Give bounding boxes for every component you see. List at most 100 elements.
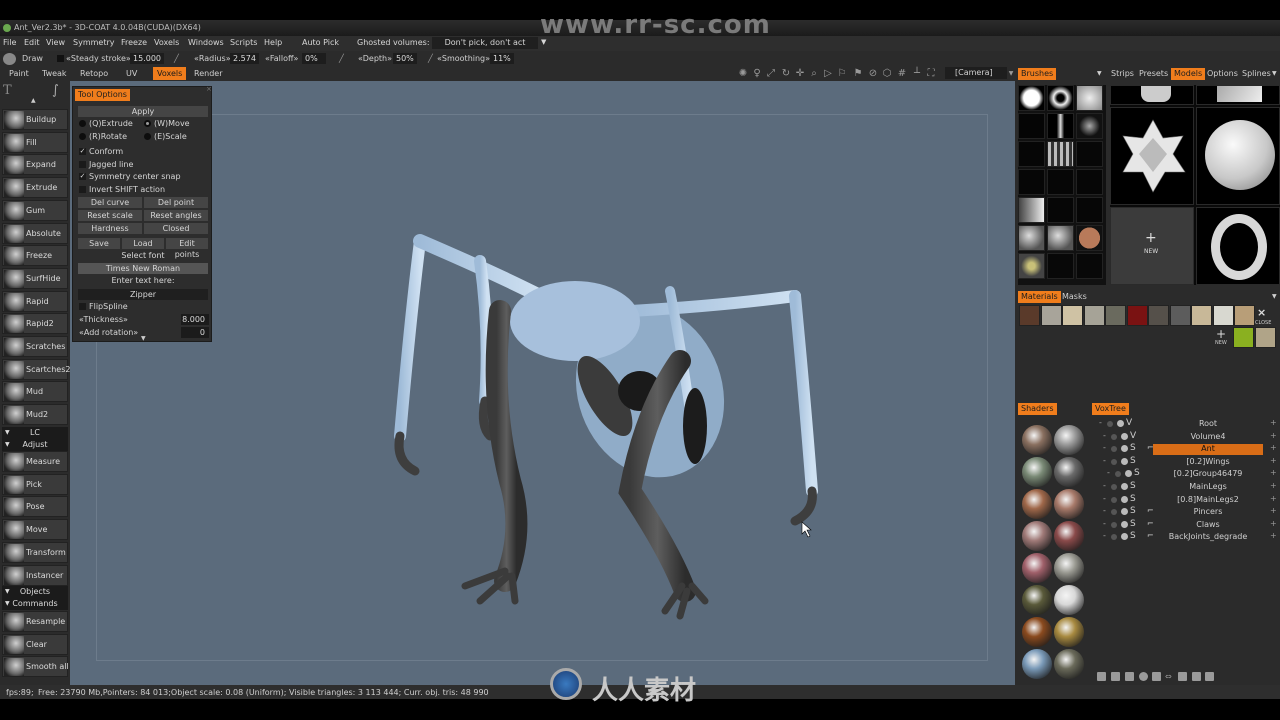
ghost-sphere-icon[interactable]	[1121, 508, 1128, 516]
copy-layer-icon[interactable]	[1125, 672, 1134, 681]
brush-thumbnail[interactable]	[1047, 253, 1074, 279]
falloff-label[interactable]: «Falloff»	[265, 54, 298, 63]
menu-freeze[interactable]: Freeze	[121, 38, 147, 47]
voxtree-layer-name[interactable]: Volume4	[1153, 432, 1263, 441]
auto-pick-toggle[interactable]: Auto Pick	[302, 38, 339, 47]
tab-presets[interactable]: Presets	[1139, 68, 1168, 80]
smoothing-label[interactable]: «Smoothing»	[437, 54, 490, 63]
model-thumb-torus[interactable]	[1196, 207, 1280, 285]
voxtree-row[interactable]: - S [0.8]MainLegs2 +	[1095, 494, 1280, 506]
swap-arrows-icon[interactable]: ⇔	[1165, 672, 1174, 681]
add-rotation-label[interactable]: «Add rotation»	[79, 328, 138, 337]
add-child-icon[interactable]: +	[1270, 519, 1277, 528]
del-point-button[interactable]: Del point	[144, 197, 208, 208]
fullscreen-icon[interactable]: ⛶	[925, 68, 937, 80]
material-swatch[interactable]	[1233, 327, 1254, 348]
smoothing-input[interactable]: 11%	[490, 53, 514, 64]
brush-thumbnail[interactable]	[1047, 225, 1074, 251]
tool-buildup[interactable]: Buildup	[2, 109, 68, 130]
font-select-button[interactable]: Times New Roman	[78, 263, 208, 274]
tool-clear[interactable]: Clear	[2, 633, 68, 655]
ghost-sphere-icon[interactable]	[1117, 420, 1124, 427]
section-objects[interactable]: ▼ Objects	[2, 586, 68, 598]
camera-select[interactable]: [Camera]	[945, 67, 1007, 79]
brush-thumbnail[interactable]	[1076, 85, 1103, 111]
brush-thumbnail[interactable]	[1047, 197, 1074, 223]
pan-icon[interactable]: ✛	[794, 68, 806, 80]
voxel-type-icon[interactable]: V	[1126, 418, 1132, 428]
menu-voxels[interactable]: Voxels	[154, 38, 179, 47]
voxtree-layer-name[interactable]: [0.2]Wings	[1153, 457, 1263, 466]
brush-thumbnail[interactable]	[1018, 225, 1045, 251]
surface-type-icon[interactable]: S	[1130, 494, 1136, 504]
tool-extrude[interactable]: Extrude	[2, 177, 68, 199]
voxtree-layer-name[interactable]: Claws	[1153, 520, 1263, 529]
material-swatch[interactable]	[1254, 327, 1276, 348]
add-child-icon[interactable]: +	[1270, 481, 1277, 490]
checkbox-conform[interactable]: ✓ Conform	[79, 147, 123, 156]
camera-dropdown-icon[interactable]: ▼	[1005, 68, 1017, 80]
add-child-icon[interactable]: +	[1270, 468, 1277, 477]
tab-brushes[interactable]: Brushes	[1018, 68, 1057, 80]
checkbox-jagged-line[interactable]: Jagged line	[79, 160, 133, 169]
shader-thumbnail[interactable]	[1054, 553, 1084, 583]
brush-thumbnail[interactable]	[1018, 113, 1045, 139]
material-swatch[interactable]	[1105, 305, 1126, 326]
brushes-menu-icon[interactable]: ▼	[1097, 68, 1102, 80]
zoom-icon[interactable]: ⌕	[808, 68, 820, 80]
tab-voxtree[interactable]: VoxTree	[1092, 403, 1129, 415]
add-child-icon[interactable]: +	[1270, 456, 1277, 465]
menu-view[interactable]: View	[46, 38, 65, 47]
visibility-eye-icon[interactable]	[1111, 534, 1117, 541]
shader-thumbnail[interactable]	[1022, 617, 1052, 647]
depth-label[interactable]: «Depth»	[358, 54, 392, 63]
add-child-icon[interactable]: +	[1270, 431, 1277, 440]
depth-input[interactable]: 50%	[393, 53, 417, 64]
shader-thumbnail[interactable]	[1054, 425, 1084, 455]
tab-materials[interactable]: Materials	[1018, 291, 1061, 303]
section-lc[interactable]: ▼ LC	[2, 427, 68, 439]
save-button[interactable]: Save	[78, 238, 120, 249]
tool-gum[interactable]: Gum	[2, 199, 68, 221]
add-child-icon[interactable]: +	[1270, 443, 1277, 452]
brush-thumbnail[interactable]	[1076, 169, 1103, 195]
checkbox-flip-spline[interactable]: FlipSpline	[79, 302, 128, 311]
list-icon[interactable]	[1178, 672, 1187, 681]
surface-type-icon[interactable]: S	[1130, 519, 1136, 529]
surface-type-icon[interactable]: S	[1130, 443, 1136, 453]
scale-arrow-icon[interactable]: ⤢	[765, 68, 777, 80]
text-input[interactable]: Zipper	[78, 289, 208, 300]
material-swatch[interactable]	[1126, 305, 1148, 326]
hardness-button[interactable]: Hardness	[78, 223, 142, 234]
voxtree-row[interactable]: - S ⌐ Ant +	[1095, 443, 1280, 456]
ghost-sphere-icon[interactable]	[1121, 520, 1128, 528]
brush-thumbnail[interactable]	[1076, 253, 1103, 279]
brush-thumbnail[interactable]	[1047, 113, 1074, 139]
room-tab-paint[interactable]: Paint	[5, 67, 33, 80]
shader-thumbnail[interactable]	[1054, 521, 1084, 551]
collapse-toggle-icon[interactable]: -	[1103, 456, 1106, 465]
visibility-eye-icon[interactable]	[1111, 433, 1117, 440]
checkbox-symmetry-center-snap[interactable]: ✓ Symmetry center snap	[79, 172, 181, 181]
brush-thumbnail[interactable]	[1076, 225, 1103, 251]
shader-thumbnail[interactable]	[1054, 457, 1084, 487]
clone-icon[interactable]	[1152, 672, 1161, 681]
voxtree-layer-name[interactable]: [0.2]Group46479	[1153, 469, 1263, 478]
voxtree-row[interactable]: - S MainLegs +	[1095, 481, 1280, 493]
tab-masks[interactable]: Masks	[1062, 291, 1087, 303]
text-tool-icon[interactable]: T	[3, 83, 12, 98]
bulb-icon[interactable]: ♀	[751, 68, 763, 80]
steady-stroke-label[interactable]: «Steady stroke»	[66, 54, 131, 63]
smooth-view-icon[interactable]: ⚑	[852, 68, 864, 80]
collapse-toggle-icon[interactable]: -	[1103, 431, 1106, 440]
brush-thumbnail[interactable]	[1076, 141, 1103, 167]
menu-scripts[interactable]: Scripts	[230, 38, 257, 47]
collapse-toggle-icon[interactable]: -	[1099, 418, 1102, 427]
tool-fill[interactable]: Fill	[2, 131, 68, 153]
voxtree-layer-name[interactable]: Ant	[1153, 444, 1263, 456]
room-tab-voxels[interactable]: Voxels	[153, 67, 187, 80]
visibility-eye-icon[interactable]	[1111, 458, 1117, 465]
falloff-input[interactable]: 0%	[302, 53, 326, 64]
material-swatch[interactable]	[1062, 305, 1083, 326]
tool-absolute[interactable]: Absolute	[2, 222, 68, 244]
